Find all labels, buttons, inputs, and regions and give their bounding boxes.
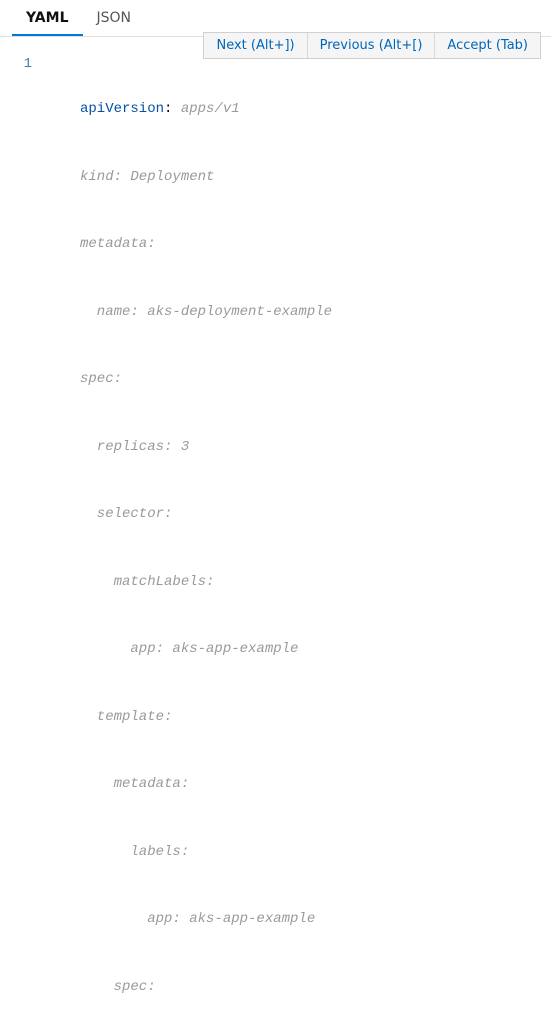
ghost-text: replicas: 3 — [80, 436, 551, 459]
code-editor[interactable]: 1 apiVersion: apps/v1 kind: Deployment m… — [0, 37, 551, 1022]
tab-json[interactable]: JSON — [83, 0, 146, 36]
ghost-text: matchLabels: — [80, 571, 551, 594]
ghost-text: app: aks-app-example — [80, 638, 551, 661]
code-line: apiVersion: apps/v1 — [80, 98, 551, 121]
ghost-text: spec: — [80, 368, 551, 391]
tab-yaml[interactable]: YAML — [12, 0, 83, 36]
tab-bar: YAML JSON Next (Alt+]) Previous (Alt+[) … — [0, 0, 551, 37]
yaml-key: apiVersion — [80, 101, 164, 117]
line-number: 1 — [0, 53, 32, 76]
suggest-accept-button[interactable]: Accept (Tab) — [435, 33, 540, 58]
ghost-text: template: — [80, 706, 551, 729]
ghost-text: selector: — [80, 503, 551, 526]
ghost-text: name: aks-deployment-example — [80, 301, 551, 324]
ghost-text: spec: — [80, 976, 551, 999]
suggest-next-button[interactable]: Next (Alt+]) — [204, 33, 307, 58]
ghost-text: kind: Deployment — [80, 166, 551, 189]
ghost-text: metadata: — [80, 773, 551, 796]
ghost-text: metadata: — [80, 233, 551, 256]
inline-suggestion-toolbar: Next (Alt+]) Previous (Alt+[) Accept (Ta… — [203, 32, 541, 59]
ghost-text: labels: — [80, 841, 551, 864]
suggest-previous-button[interactable]: Previous (Alt+[) — [308, 33, 436, 58]
line-number-gutter: 1 — [0, 53, 50, 1022]
code-content[interactable]: apiVersion: apps/v1 kind: Deployment met… — [50, 53, 551, 1022]
ghost-text: app: aks-app-example — [80, 908, 551, 931]
ghost-text: apps/v1 — [172, 101, 239, 117]
